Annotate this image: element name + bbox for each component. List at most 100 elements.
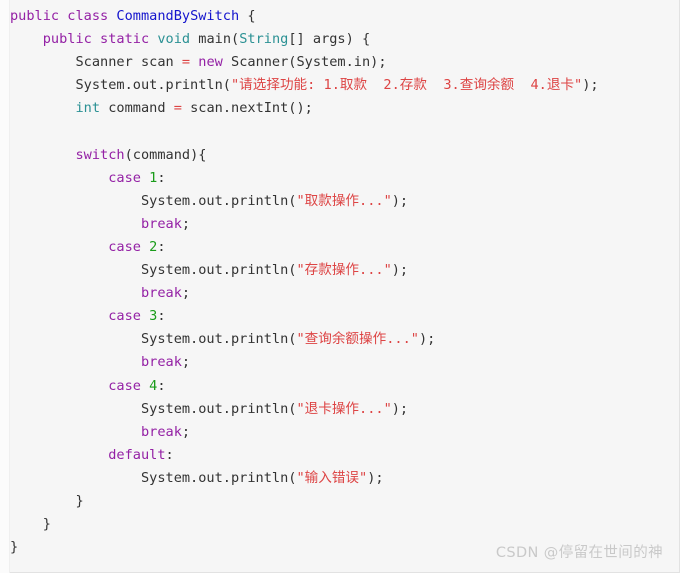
code-token-pln: ;	[181, 215, 191, 232]
code-token-kw: switch	[75, 146, 125, 163]
code-token-pln: }	[10, 539, 19, 556]
code-token-pln: :	[157, 169, 166, 186]
code-token-pln: ;	[181, 354, 191, 371]
code-token-pln: main	[198, 31, 232, 48]
code-token-pln: ;	[181, 285, 191, 302]
code-token-str: =	[181, 54, 191, 71]
code-token-kw: break	[140, 215, 182, 232]
code-token-pln: System.out.println(	[75, 77, 231, 94]
code-line: }	[10, 490, 679, 513]
code-line: System.out.println("输入错误");	[10, 467, 679, 490]
code-token-pln: System.out.println(	[140, 331, 297, 348]
code-token-pln: );	[418, 331, 436, 348]
code-token-typ: String	[239, 31, 289, 48]
code-line: public static void main(String[] args) {	[10, 28, 679, 51]
code-token-kw: case	[108, 169, 141, 186]
code-line: System.out.println("退卡操作...");	[10, 398, 679, 421]
code-line: default:	[10, 444, 679, 467]
java-source-code[interactable]: public class CommandBySwitch { public st…	[10, 0, 679, 559]
code-token-pln	[92, 31, 100, 47]
code-token-pln	[141, 378, 149, 394]
code-token-kw: break	[140, 423, 182, 440]
code-token-pln: [] args) {	[288, 31, 371, 48]
code-token-kw: default	[108, 446, 166, 463]
code-line: System.out.println("请选择功能: 1.取款 2.存款 3.查…	[10, 74, 679, 97]
code-token-kw: static	[100, 31, 150, 48]
code-line: System.out.println("取款操作...");	[10, 190, 679, 213]
code-token-str: "请选择功能: 1.取款 2.存款 3.查询余额 4.退卡"	[230, 77, 583, 94]
code-line: break;	[10, 282, 679, 305]
code-token-typ: void	[157, 31, 191, 48]
code-token-pln: Scanner scan	[75, 54, 182, 71]
code-token-str: "查询余额操作..."	[296, 331, 419, 348]
code-token-pln: :	[157, 308, 166, 325]
code-token-str: =	[173, 100, 182, 117]
code-line: case 4:	[10, 375, 679, 398]
code-token-kw: case	[108, 308, 141, 325]
code-token-pln: {	[239, 8, 256, 24]
code-token-pln: ;	[181, 423, 191, 440]
code-line: case 1:	[10, 167, 679, 190]
code-token-cls: CommandBySwitch	[116, 8, 240, 24]
code-token-kw: case	[108, 238, 141, 255]
code-token-pln: );	[391, 262, 409, 279]
code-line: case 3:	[10, 305, 679, 328]
code-line: break;	[10, 421, 679, 444]
code-line: System.out.println("查询余额操作...");	[10, 328, 679, 351]
code-token-pln: );	[391, 192, 409, 209]
code-token-kw: new	[198, 54, 223, 71]
code-token-pln	[141, 170, 149, 186]
code-line: Scanner scan = new Scanner(System.in);	[10, 51, 679, 74]
code-token-kw: public	[10, 8, 60, 24]
code-token-pln: System.out.println(	[140, 262, 297, 279]
code-line: public class CommandBySwitch {	[10, 5, 679, 28]
csdn-watermark: CSDN @停留在世间的神	[495, 545, 663, 561]
code-token-pln: Scanner(System.in);	[222, 54, 387, 71]
code-line: System.out.println("存款操作...");	[10, 259, 679, 282]
code-token-pln	[141, 239, 149, 255]
code-token-kw: class	[67, 8, 109, 24]
code-token-pln	[141, 308, 149, 324]
code-token-pln: }	[75, 492, 84, 509]
code-token-str: "存款操作..."	[296, 262, 392, 279]
code-token-pln: );	[367, 469, 384, 486]
code-token-pln: System.out.println(	[140, 469, 297, 486]
code-token-pln: :	[157, 377, 166, 394]
code-token-kw: break	[140, 285, 182, 302]
code-token-pln: );	[391, 400, 409, 417]
code-token-str: "取款操作..."	[296, 192, 392, 209]
code-token-pln: (command){	[124, 146, 207, 163]
code-token-pln: (	[231, 31, 240, 48]
code-token-kw: case	[108, 377, 141, 394]
code-token-pln: command	[100, 100, 174, 117]
code-token-pln: scan.nextInt();	[181, 100, 313, 117]
code-line: break;	[10, 213, 679, 236]
code-gutter-strip	[0, 0, 10, 573]
code-token-pln: }	[42, 516, 51, 533]
code-token-str: "输入错误"	[296, 469, 368, 486]
code-line: switch(command){	[10, 144, 679, 167]
code-line: case 2:	[10, 236, 679, 259]
code-token-kw: break	[140, 354, 182, 371]
